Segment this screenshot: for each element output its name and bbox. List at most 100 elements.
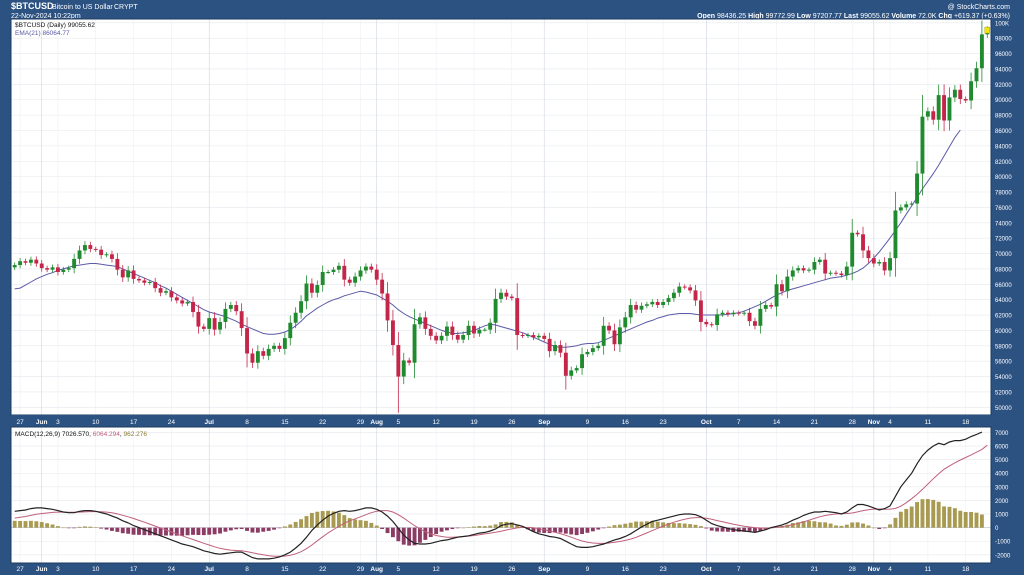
candle-body (428, 328, 433, 336)
histogram-bar (131, 527, 136, 535)
macd-tick-label: 5000 (995, 458, 1009, 464)
macd-tick-label: 6000 (995, 445, 1009, 451)
histogram-bar (185, 527, 190, 536)
date-axis-top (11, 415, 991, 427)
candle-body (423, 317, 428, 329)
histogram-bar (979, 514, 984, 528)
candle-body (747, 312, 752, 322)
price-tick-label: 50000 (995, 406, 1012, 412)
date-tick-label: 11 (924, 419, 931, 426)
histogram-bar (228, 527, 233, 531)
histogram-bar (488, 525, 493, 528)
date-tick-label: 14 (773, 419, 781, 426)
histogram-bar (963, 512, 968, 528)
date-tick-label: 15 (281, 566, 289, 573)
candle-body (434, 335, 439, 341)
candle-body (942, 95, 947, 121)
candle-body (812, 261, 817, 270)
candle-body (742, 312, 747, 314)
histogram-bar (569, 527, 574, 535)
candle-body (45, 268, 50, 270)
histogram-bar (407, 527, 412, 546)
date-tick-label: 26 (508, 419, 516, 426)
histogram-bar (266, 527, 271, 531)
candle-body (164, 291, 168, 293)
candle-body (936, 95, 941, 120)
histogram-bar (942, 506, 947, 528)
date-tick-label: 26 (508, 566, 516, 573)
histogram-bar (574, 527, 579, 536)
candle-body (39, 263, 44, 269)
candle-body (682, 286, 687, 288)
histogram-bar (563, 527, 568, 534)
histogram-bar (326, 510, 331, 528)
histogram-bar (623, 523, 628, 528)
candle-body (893, 210, 898, 259)
histogram-bar (261, 527, 266, 532)
macd-tick-label: 1000 (995, 513, 1009, 519)
date-tick-label: 4 (888, 419, 892, 426)
candle-body (180, 300, 185, 304)
histogram-bar (55, 526, 60, 528)
candle-body (542, 335, 547, 339)
histogram-bar (347, 518, 352, 528)
candle-body (504, 292, 509, 297)
candle-body (677, 286, 682, 293)
candle-body (326, 271, 331, 273)
candle-body (153, 281, 158, 289)
candle-body (461, 335, 466, 340)
histogram-bar (590, 527, 595, 532)
candle-body (720, 312, 725, 315)
histogram-bar (558, 527, 563, 533)
candle-body (66, 268, 71, 270)
candle-body (142, 280, 147, 283)
candle-body (969, 81, 974, 101)
histogram-bar (445, 527, 449, 531)
price-tick-label: 70000 (995, 252, 1012, 258)
candle-body (731, 312, 736, 315)
candle-body (758, 308, 763, 326)
price-tick-label: 66000 (995, 283, 1012, 289)
candle-body (634, 305, 639, 310)
candle-body (185, 301, 190, 304)
candle-body (255, 351, 260, 363)
histogram-bar (844, 524, 849, 528)
date-tick-label: 24 (168, 566, 176, 573)
candle-body (661, 301, 666, 306)
candle-body (590, 348, 595, 352)
price-tick-label: 82000 (995, 160, 1012, 166)
candle-body (623, 317, 628, 328)
histogram-bar (693, 524, 698, 528)
macd-tick-label: -2000 (995, 553, 1011, 559)
histogram-bar (861, 523, 865, 528)
date-tick-label: 7 (737, 566, 741, 573)
price-tick-label: 80000 (995, 175, 1012, 181)
candle-body (839, 273, 844, 276)
candle-body (920, 116, 925, 174)
histogram-bar (439, 527, 444, 532)
histogram-bar (709, 527, 714, 531)
candle-body (315, 285, 320, 293)
candle-body (304, 283, 309, 302)
histogram-bar (309, 512, 314, 528)
candle-body (509, 296, 514, 299)
candle-body (396, 345, 401, 377)
histogram-bar (969, 512, 974, 528)
exchange-label: CRYPT (114, 4, 138, 11)
candle-body (736, 312, 741, 314)
histogram-bar (110, 527, 114, 531)
date-tick-label: 19 (470, 566, 478, 573)
macd-tick-label: 2000 (995, 499, 1009, 505)
candle-body (698, 300, 703, 322)
candle-body (861, 234, 865, 251)
date-tick-label: Aug (370, 566, 383, 573)
candle-body (137, 278, 141, 281)
candle-body (77, 250, 82, 259)
candle-body (688, 287, 693, 291)
candle-body (493, 298, 498, 323)
candle-body (266, 348, 271, 356)
histogram-bar (239, 527, 244, 529)
candle-body (282, 338, 287, 349)
candle-body (374, 269, 379, 280)
date-tick-label: Jul (205, 566, 215, 573)
